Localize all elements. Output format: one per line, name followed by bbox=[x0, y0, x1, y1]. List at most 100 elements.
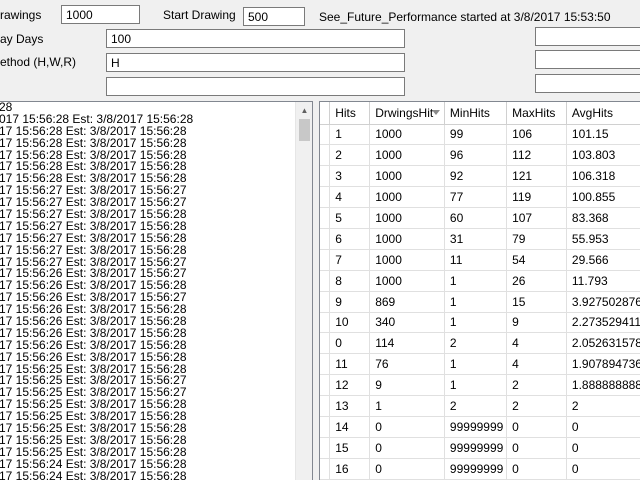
cell-drwingshit[interactable]: 1000 bbox=[369, 144, 445, 167]
cell-maxhits[interactable]: 0 bbox=[506, 458, 567, 480]
cell-drwingshit[interactable]: 1000 bbox=[369, 249, 445, 271]
cell-maxhits[interactable]: 0 bbox=[506, 437, 567, 459]
cell-avghits[interactable]: 2 bbox=[566, 395, 640, 417]
log-line[interactable]: 17 15:56:26 Est: 3/8/2017 15:56:28 bbox=[0, 280, 297, 292]
start-drawing-input[interactable]: 500 bbox=[243, 7, 305, 26]
log-line[interactable]: 17 15:56:28 Est: 3/8/2017 15:56:28 bbox=[0, 173, 297, 185]
log-line[interactable]: 17 15:56:28 Est: 3/8/2017 15:56:28 bbox=[0, 126, 297, 138]
cell-hits[interactable]: 1 bbox=[329, 124, 371, 146]
cell-avghits[interactable]: 3.927502876 bbox=[566, 291, 640, 313]
cell-drwingshit[interactable]: 1000 bbox=[369, 124, 445, 146]
table-row[interactable]: 3 1000 92 121 106.318 bbox=[320, 165, 640, 188]
log-line[interactable]: 17 15:56:27 Est: 3/8/2017 15:56:27 bbox=[0, 185, 297, 197]
cell-hits[interactable]: 7 bbox=[329, 249, 371, 271]
cell-avghits[interactable]: 29.566 bbox=[566, 249, 640, 271]
row-header[interactable] bbox=[320, 144, 331, 167]
cell-minhits[interactable]: 99999999 bbox=[444, 416, 508, 438]
table-row[interactable]: 13 1 2 2 2 bbox=[320, 395, 640, 417]
log-line[interactable]: 17 15:56:26 Est: 3/8/2017 15:56:28 bbox=[0, 352, 297, 364]
row-header[interactable] bbox=[320, 291, 331, 313]
cell-maxhits[interactable]: 79 bbox=[506, 228, 567, 250]
cell-drwingshit[interactable]: 76 bbox=[369, 353, 445, 376]
cell-hits[interactable]: 5 bbox=[329, 207, 371, 229]
cell-maxhits[interactable]: 4 bbox=[506, 353, 567, 376]
cell-drwingshit[interactable]: 0 bbox=[369, 416, 445, 438]
cell-avghits[interactable]: 0 bbox=[566, 458, 640, 480]
row-header[interactable] bbox=[320, 270, 331, 292]
log-line[interactable]: 017 15:56:28 Est: 3/8/2017 15:56:28 bbox=[0, 114, 297, 126]
cell-minhits[interactable]: 99 bbox=[444, 124, 508, 146]
cell-maxhits[interactable]: 4 bbox=[506, 332, 567, 355]
table-row[interactable]: 14 0 99999999 0 0 bbox=[320, 416, 640, 438]
cell-avghits[interactable]: 11.793 bbox=[566, 270, 640, 292]
cell-hits[interactable]: 0 bbox=[329, 332, 371, 355]
cell-minhits[interactable]: 11 bbox=[444, 249, 508, 271]
table-row[interactable]: 11 76 1 4 1.907894736 bbox=[320, 353, 640, 376]
cell-drwingshit[interactable]: 1000 bbox=[369, 270, 445, 292]
cell-hits[interactable]: 2 bbox=[329, 144, 371, 167]
right-field-2[interactable] bbox=[535, 50, 640, 69]
cell-avghits[interactable]: 100.855 bbox=[566, 186, 640, 209]
cell-drwingshit[interactable]: 1000 bbox=[369, 165, 445, 188]
cell-drwingshit[interactable]: 0 bbox=[369, 458, 445, 480]
log-line[interactable]: 17 15:56:27 Est: 3/8/2017 15:56:28 bbox=[0, 233, 297, 245]
table-row[interactable]: 7 1000 11 54 29.566 bbox=[320, 249, 640, 271]
cell-hits[interactable]: 15 bbox=[329, 437, 371, 459]
log-line[interactable]: 17 15:56:26 Est: 3/8/2017 15:56:27 bbox=[0, 268, 297, 280]
row-header[interactable] bbox=[320, 124, 331, 146]
column-header-maxhits[interactable]: MaxHits bbox=[506, 102, 567, 125]
method-input[interactable]: H bbox=[106, 53, 405, 72]
log-vertical-scrollbar[interactable]: ▲ bbox=[295, 102, 312, 480]
cell-hits[interactable]: 11 bbox=[329, 353, 371, 376]
cell-minhits[interactable]: 99999999 bbox=[444, 458, 508, 480]
log-line[interactable]: 17 15:56:27 Est: 3/8/2017 15:56:27 bbox=[0, 197, 297, 209]
cell-maxhits[interactable]: 119 bbox=[506, 186, 567, 209]
log-line[interactable]: 17 15:56:24 Est: 3/8/2017 15:56:28 bbox=[0, 471, 297, 480]
table-row[interactable]: 10 340 1 9 2.273529411 bbox=[320, 312, 640, 334]
row-header[interactable] bbox=[320, 416, 331, 438]
cell-hits[interactable]: 8 bbox=[329, 270, 371, 292]
results-grid[interactable]: Hits DrwingsHit MinHits MaxHits AvgHits … bbox=[319, 101, 640, 480]
cell-drwingshit[interactable]: 869 bbox=[369, 291, 445, 313]
cell-minhits[interactable]: 77 bbox=[444, 186, 508, 209]
log-line[interactable]: 17 15:56:25 Est: 3/8/2017 15:56:28 bbox=[0, 399, 297, 411]
cell-minhits[interactable]: 92 bbox=[444, 165, 508, 188]
table-row[interactable]: 16 0 99999999 0 0 bbox=[320, 458, 640, 480]
cell-avghits[interactable]: 55.953 bbox=[566, 228, 640, 250]
drawings-input[interactable]: 1000 bbox=[61, 5, 140, 24]
cell-avghits[interactable]: 101.15 bbox=[566, 124, 640, 146]
cell-minhits[interactable]: 1 bbox=[444, 312, 508, 334]
cell-hits[interactable]: 16 bbox=[329, 458, 371, 480]
log-line[interactable]: 17 15:56:25 Est: 3/8/2017 15:56:28 bbox=[0, 423, 297, 435]
cell-minhits[interactable]: 1 bbox=[444, 270, 508, 292]
log-line[interactable]: 17 15:56:28 Est: 3/8/2017 15:56:28 bbox=[0, 138, 297, 150]
cell-hits[interactable]: 13 bbox=[329, 395, 371, 417]
row-header[interactable] bbox=[320, 249, 331, 271]
cell-avghits[interactable]: 1.907894736 bbox=[566, 353, 640, 376]
cell-hits[interactable]: 10 bbox=[329, 312, 371, 334]
cell-avghits[interactable]: 0 bbox=[566, 416, 640, 438]
row-header[interactable] bbox=[320, 437, 331, 459]
row-header[interactable] bbox=[320, 228, 331, 250]
log-line[interactable]: 17 15:56:27 Est: 3/8/2017 15:56:27 bbox=[0, 257, 297, 269]
table-row[interactable]: 9 869 1 15 3.927502876 bbox=[320, 291, 640, 313]
row-header[interactable] bbox=[320, 353, 331, 376]
cell-hits[interactable]: 12 bbox=[329, 374, 371, 397]
right-field-3[interactable] bbox=[535, 74, 640, 93]
table-row[interactable]: 5 1000 60 107 83.368 bbox=[320, 207, 640, 229]
column-header-avghits[interactable]: AvgHits bbox=[566, 102, 640, 125]
cell-hits[interactable]: 6 bbox=[329, 228, 371, 250]
log-line[interactable]: 17 15:56:26 Est: 3/8/2017 15:56:28 bbox=[0, 328, 297, 340]
table-row[interactable]: 2 1000 96 112 103.803 bbox=[320, 144, 640, 167]
row-header[interactable] bbox=[320, 332, 331, 355]
log-line[interactable]: 17 15:56:25 Est: 3/8/2017 15:56:28 bbox=[0, 447, 297, 459]
cell-maxhits[interactable]: 9 bbox=[506, 312, 567, 334]
cell-avghits[interactable]: 1.888888888 bbox=[566, 374, 640, 397]
cell-drwingshit[interactable]: 9 bbox=[369, 374, 445, 397]
table-row[interactable]: 15 0 99999999 0 0 bbox=[320, 437, 640, 459]
cell-drwingshit[interactable]: 0 bbox=[369, 437, 445, 459]
right-field-1[interactable] bbox=[535, 27, 640, 46]
scroll-up-arrow-icon[interactable]: ▲ bbox=[296, 102, 312, 119]
log-line[interactable]: 17 15:56:28 Est: 3/8/2017 15:56:28 bbox=[0, 150, 297, 162]
cell-maxhits[interactable]: 106 bbox=[506, 124, 567, 146]
